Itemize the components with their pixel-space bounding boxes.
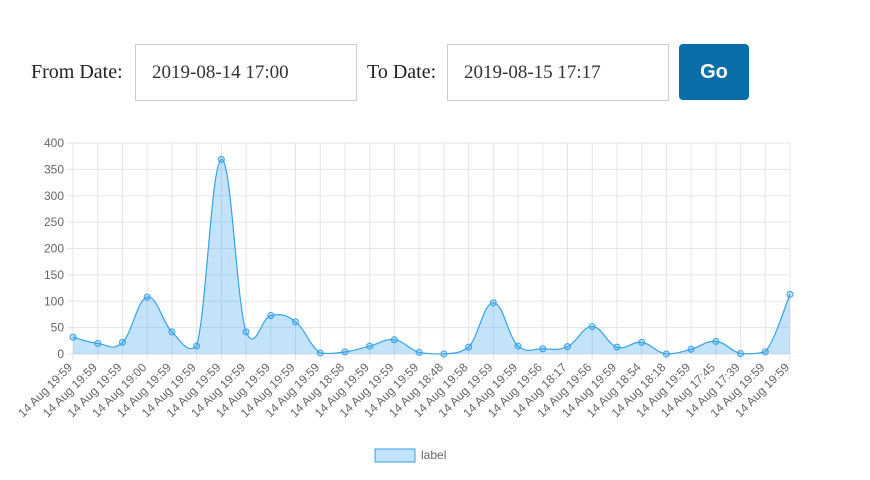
data-point[interactable]	[168, 328, 176, 336]
line-chart: 0 50 100 150 200 250 300 350 400 14 Aug 19:5914 …	[15, 136, 794, 463]
data-point[interactable]	[94, 339, 102, 347]
data-point[interactable]	[143, 293, 151, 301]
data-point[interactable]	[786, 290, 794, 298]
y-tick-label: 100	[44, 294, 64, 308]
data-point[interactable]	[737, 349, 745, 357]
data-point[interactable]	[514, 342, 522, 350]
y-tick-label: 300	[44, 189, 64, 203]
data-point[interactable]	[638, 338, 646, 346]
data-point[interactable]	[217, 155, 225, 163]
legend[interactable]: label	[374, 448, 446, 463]
y-tick-label: 250	[44, 215, 64, 229]
series-area	[73, 159, 790, 354]
data-point[interactable]	[687, 345, 695, 353]
data-point[interactable]	[761, 348, 769, 356]
data-point[interactable]	[588, 323, 596, 331]
y-axis-ticks: 0 50 100 150 200 250 300 350 400	[44, 136, 64, 361]
data-point[interactable]	[563, 343, 571, 351]
data-point[interactable]	[415, 348, 423, 356]
series-points	[69, 155, 794, 358]
data-point[interactable]	[242, 328, 250, 336]
y-tick-label: 400	[44, 136, 64, 150]
data-point[interactable]	[489, 299, 497, 307]
data-point[interactable]	[712, 337, 720, 345]
data-point[interactable]	[366, 342, 374, 350]
data-point[interactable]	[118, 338, 126, 346]
data-point[interactable]	[613, 343, 621, 351]
legend-label: label	[421, 448, 446, 462]
y-tick-label: 150	[44, 268, 64, 282]
data-point[interactable]	[69, 333, 77, 341]
legend-swatch	[374, 448, 416, 463]
data-point[interactable]	[539, 345, 547, 353]
data-point[interactable]	[465, 343, 473, 351]
data-point[interactable]	[341, 348, 349, 356]
x-axis-ticks: 14 Aug 19:5914 Aug 19:5914 Aug 19:5914 A…	[15, 360, 792, 420]
data-point[interactable]	[292, 318, 300, 326]
data-point[interactable]	[440, 350, 448, 358]
y-tick-label: 200	[44, 242, 64, 256]
y-tick-label: 0	[57, 347, 64, 361]
data-point[interactable]	[267, 311, 275, 319]
data-point[interactable]	[193, 342, 201, 350]
series-line	[72, 158, 791, 355]
chart-grid	[67, 142, 791, 360]
data-point[interactable]	[662, 350, 670, 358]
y-tick-label: 50	[51, 321, 65, 335]
data-point[interactable]	[390, 336, 398, 344]
data-point[interactable]	[316, 349, 324, 357]
y-tick-label: 350	[44, 162, 64, 176]
